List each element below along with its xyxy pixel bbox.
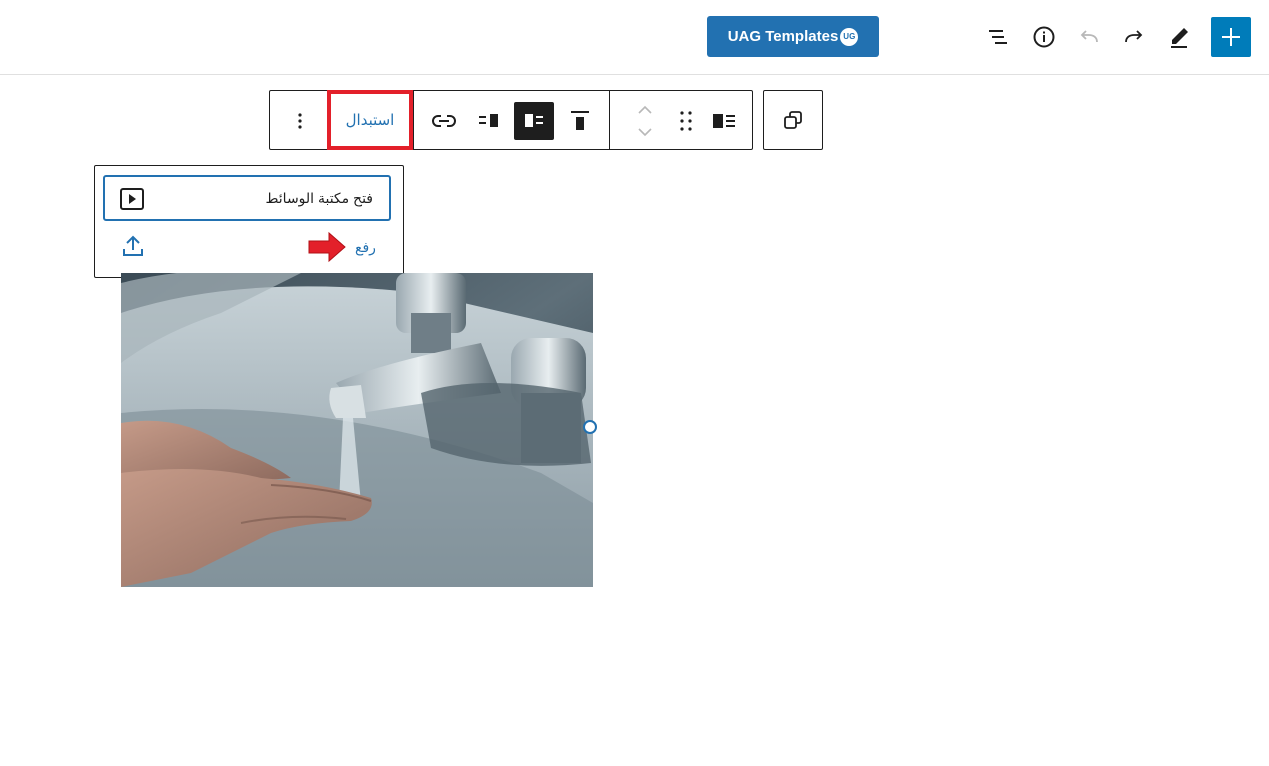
media-play-icon <box>120 188 144 210</box>
replace-button[interactable]: استبدال <box>327 90 413 150</box>
add-block-button[interactable] <box>1211 17 1251 57</box>
open-media-library-label: فتح مكتبة الوسائط <box>265 190 374 206</box>
uag-templates-label: UAG Templates <box>727 28 839 45</box>
undo-icon <box>1080 30 1098 43</box>
editor-header: UAG Templates UG <box>0 0 1269 75</box>
link-icon <box>432 115 456 127</box>
undo-button[interactable] <box>1071 19 1107 55</box>
more-vertical-icon <box>298 113 302 129</box>
upload-icon[interactable] <box>121 234 145 258</box>
duplicate-icon <box>784 111 802 129</box>
pencil-icon <box>1171 28 1188 48</box>
image-resize-handle[interactable] <box>583 420 597 434</box>
list-view-button[interactable] <box>980 19 1016 55</box>
redo-button[interactable] <box>1116 19 1152 55</box>
drag-handle-button[interactable] <box>666 102 706 140</box>
details-button[interactable] <box>1026 19 1062 55</box>
media-text-block-button[interactable] <box>704 102 744 140</box>
list-view-icon <box>989 30 1007 44</box>
align-left-button[interactable] <box>514 102 554 140</box>
align-right-icon <box>479 114 498 127</box>
media-text-icon <box>713 114 735 128</box>
uag-badge: UG <box>840 27 859 46</box>
plus-icon <box>1222 28 1240 46</box>
red-arrow-annotation <box>308 231 346 263</box>
tools-button[interactable] <box>1161 19 1197 55</box>
align-top-icon <box>571 111 589 130</box>
replace-dropdown-menu: فتح مكتبة الوسائط رفع <box>94 165 404 278</box>
link-button[interactable] <box>424 102 464 140</box>
hand-washing-photo <box>121 273 593 587</box>
block-image[interactable] <box>121 273 593 587</box>
info-icon <box>1033 26 1055 48</box>
upload-item[interactable]: رفع <box>355 239 376 256</box>
drag-handle-icon <box>680 111 692 131</box>
open-media-library-item[interactable]: فتح مكتبة الوسائط <box>103 175 391 221</box>
chevron-up-down-icon <box>638 105 652 137</box>
move-up-down-button[interactable] <box>625 102 665 140</box>
duplicate-block-button[interactable] <box>763 90 823 150</box>
redo-icon <box>1125 30 1143 43</box>
replace-label: استبدال <box>345 112 395 129</box>
more-options-button[interactable] <box>280 102 320 140</box>
align-left-icon <box>525 114 543 127</box>
uag-templates-button[interactable]: UAG Templates UG <box>707 16 879 57</box>
align-top-button[interactable] <box>560 102 600 140</box>
align-right-button[interactable] <box>469 102 509 140</box>
